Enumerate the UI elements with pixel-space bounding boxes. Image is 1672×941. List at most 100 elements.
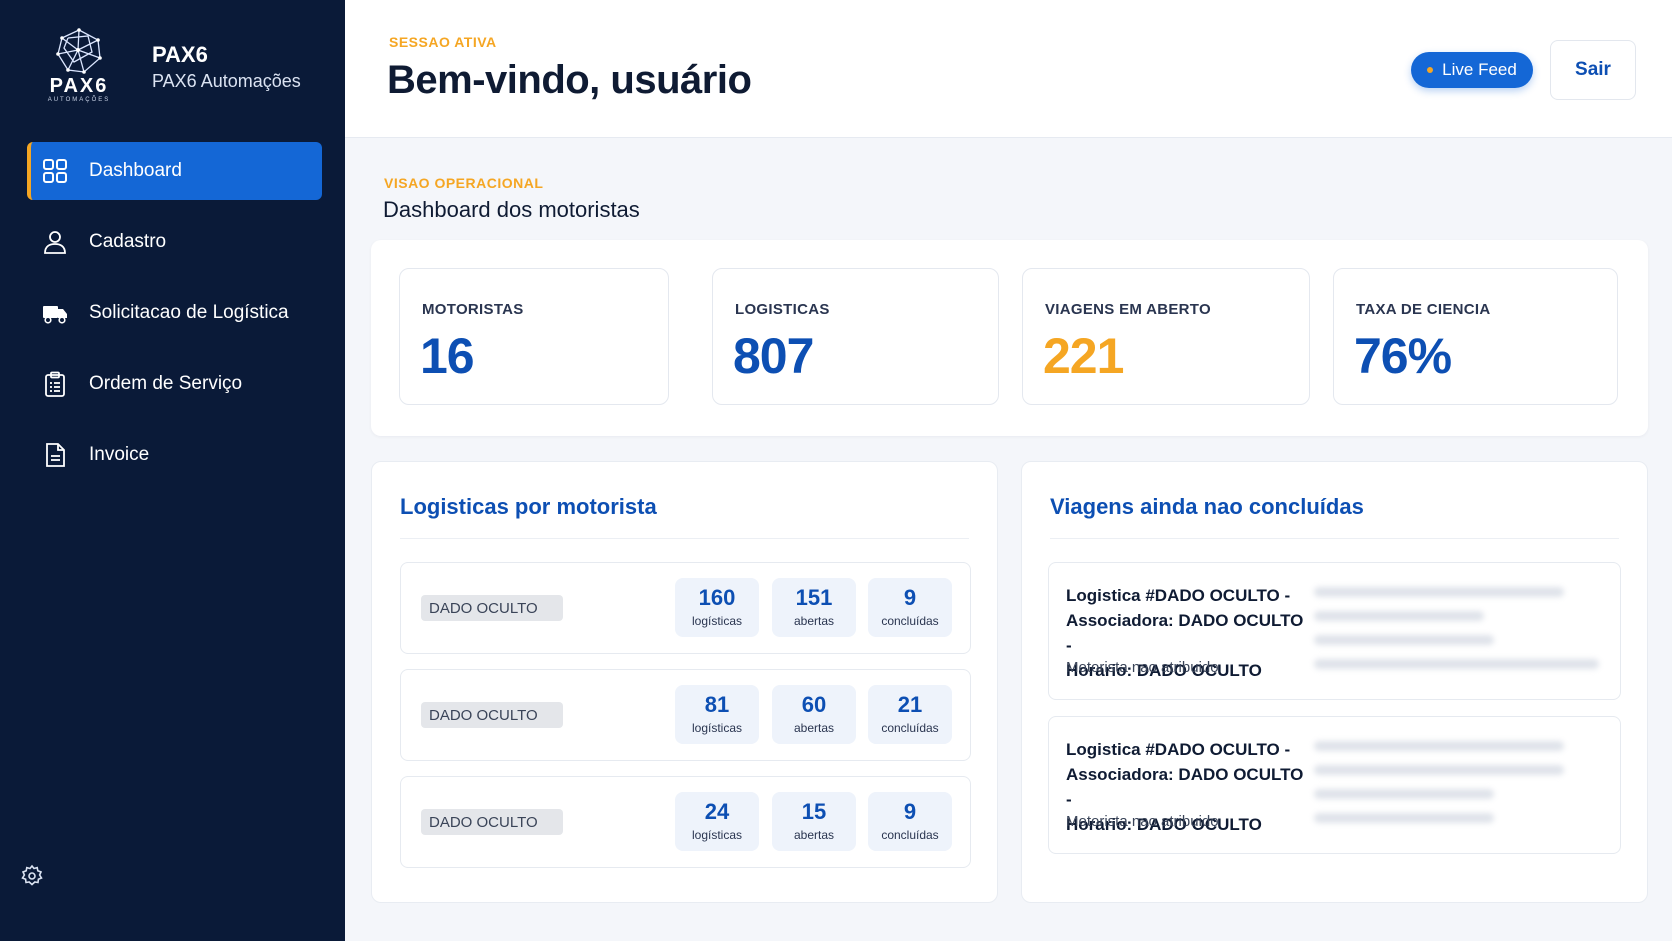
sidebar-item-solicitacao[interactable]: Solicitacao de Logística	[27, 284, 322, 342]
trip-card[interactable]: Logistica #DADO OCULTO - Associadora: DA…	[1048, 716, 1621, 854]
driver-row[interactable]: DADO OCULTO 24 logísticas 15 abertas 9 c…	[400, 776, 971, 868]
brand-subtitle: PAX6 Automações	[152, 71, 301, 91]
stat-card-logisticas: LOGISTICAS 807	[712, 268, 999, 405]
grid-icon	[41, 157, 69, 185]
page-title: Bem-vindo, usuário	[387, 58, 752, 102]
sidebar-item-dashboard[interactable]: Dashboard	[27, 142, 322, 200]
top-header: SESSAO ATIVA Bem-vindo, usuário Live Fee…	[345, 0, 1672, 138]
section-eyebrow: VISAO OPERACIONAL	[384, 175, 544, 191]
count-value: 15	[801, 799, 827, 824]
driver-row[interactable]: DADO OCULTO 81 logísticas 60 abertas 21 …	[400, 669, 971, 761]
count-label: concluídas	[881, 614, 939, 628]
stat-card-viagens-em-aberto: VIAGENS EM ABERTO 221	[1022, 268, 1310, 405]
live-dot-icon	[1427, 67, 1434, 73]
driver-name: DADO OCULTO	[421, 702, 563, 728]
sidebar-nav: Dashboard Cadastro Solicitacao de Logíst…	[27, 142, 322, 497]
sidebar-item-label: Invoice	[89, 444, 150, 465]
count-label: abertas	[793, 614, 835, 628]
abertas-count: 151 abertas	[772, 578, 856, 637]
panel-title: Logisticas por motorista	[400, 494, 657, 519]
count-value: 21	[897, 692, 923, 717]
trip-status: Motorista nao atribuido	[1066, 813, 1219, 830]
stat-label: VIAGENS EM ABERTO	[1045, 301, 1211, 318]
stat-card-taxa-de-ciencia: TAXA DE CIENCIA 76%	[1333, 268, 1618, 405]
driver-name: DADO OCULTO	[421, 809, 563, 835]
sidebar-item-label: Cadastro	[89, 231, 167, 252]
redacted-line	[1314, 741, 1564, 751]
section-title: Dashboard dos motoristas	[383, 197, 640, 222]
drivers-panel: Logisticas por motorista DADO OCULTO 160…	[371, 461, 998, 903]
clipboard-icon	[41, 370, 69, 398]
stat-label: MOTORISTAS	[422, 301, 524, 318]
count-value: 81	[704, 692, 730, 717]
redacted-line	[1314, 587, 1564, 597]
stat-card-motoristas: MOTORISTAS 16	[399, 268, 669, 405]
trip-associadora: Associadora: DADO OCULTO -	[1066, 765, 1304, 809]
live-feed-label: Live Feed	[1442, 60, 1517, 79]
redacted-line	[1314, 765, 1564, 775]
stat-value: 76%	[1354, 328, 1452, 384]
stat-label: LOGISTICAS	[735, 301, 830, 318]
truck-icon	[41, 299, 69, 327]
logisticas-count: 160 logísticas	[675, 578, 759, 637]
redacted-line	[1314, 635, 1494, 645]
pax6-logo: PAX6 AUTOMAÇÕES	[36, 28, 122, 106]
count-label: concluídas	[881, 828, 939, 842]
divider	[400, 538, 969, 539]
logo-subtext: AUTOMAÇÕES	[47, 97, 111, 103]
brand[interactable]: PAX6 AUTOMAÇÕES PAX6 PAX6 Automações	[36, 28, 301, 106]
gear-icon[interactable]	[20, 864, 44, 888]
abertas-count: 60 abertas	[772, 685, 856, 744]
live-feed-button[interactable]: Live Feed	[1411, 52, 1533, 88]
count-value: 9	[903, 799, 917, 824]
divider	[1050, 538, 1619, 539]
sidebar-item-label: Dashboard	[89, 160, 182, 181]
count-label: concluídas	[881, 721, 939, 735]
stat-value: 807	[733, 328, 814, 384]
document-icon	[41, 441, 69, 469]
trip-card[interactable]: Logistica #DADO OCULTO - Associadora: DA…	[1048, 562, 1621, 700]
user-icon	[41, 228, 69, 256]
stat-label: TAXA DE CIENCIA	[1356, 301, 1491, 318]
count-value: 9	[903, 585, 917, 610]
trip-logistica: Logistica #DADO OCULTO -	[1066, 586, 1291, 605]
redacted-line	[1314, 659, 1599, 669]
sidebar-item-cadastro[interactable]: Cadastro	[27, 213, 322, 271]
abertas-count: 15 abertas	[772, 792, 856, 851]
stat-value: 221	[1043, 328, 1124, 384]
count-label: abertas	[793, 721, 835, 735]
sidebar-item-label: Ordem de Serviço	[89, 373, 243, 394]
logisticas-count: 81 logísticas	[675, 685, 759, 744]
session-eyebrow: SESSAO ATIVA	[389, 34, 497, 50]
stat-value: 16	[420, 328, 475, 384]
count-label: logísticas	[691, 721, 743, 735]
stats-panel: MOTORISTAS 16 LOGISTICAS 807 VIAGENS EM …	[371, 240, 1648, 436]
logout-button[interactable]: Sair	[1550, 40, 1636, 100]
concluidas-count: 9 concluídas	[868, 792, 952, 851]
trip-logistica: Logistica #DADO OCULTO -	[1066, 740, 1291, 759]
driver-row[interactable]: DADO OCULTO 160 logísticas 151 abertas 9…	[400, 562, 971, 654]
trip-status: Motorista nao atribuido	[1066, 659, 1219, 676]
sidebar: PAX6 AUTOMAÇÕES PAX6 PAX6 Automações Das…	[0, 0, 345, 941]
panel-title: Viagens ainda nao concluídas	[1050, 494, 1364, 519]
redacted-line	[1314, 611, 1484, 621]
count-value: 151	[795, 585, 833, 610]
count-label: logísticas	[691, 614, 743, 628]
concluidas-count: 9 concluídas	[868, 578, 952, 637]
count-value: 160	[698, 585, 736, 610]
logisticas-count: 24 logísticas	[675, 792, 759, 851]
redacted-line	[1314, 789, 1494, 799]
count-label: abertas	[793, 828, 835, 842]
sidebar-item-ordem-servico[interactable]: Ordem de Serviço	[27, 355, 322, 413]
sidebar-item-invoice[interactable]: Invoice	[27, 426, 322, 484]
count-value: 24	[704, 799, 730, 824]
sidebar-item-label: Solicitacao de Logística	[89, 302, 289, 323]
logo-mark-icon	[56, 28, 102, 74]
logo-text: PAX6	[49, 75, 109, 97]
open-trips-panel: Viagens ainda nao concluídas Logistica #…	[1021, 461, 1648, 903]
redacted-line	[1314, 813, 1494, 823]
count-label: logísticas	[691, 828, 743, 842]
trip-associadora: Associadora: DADO OCULTO -	[1066, 611, 1304, 655]
driver-name: DADO OCULTO	[421, 595, 563, 621]
concluidas-count: 21 concluídas	[868, 685, 952, 744]
